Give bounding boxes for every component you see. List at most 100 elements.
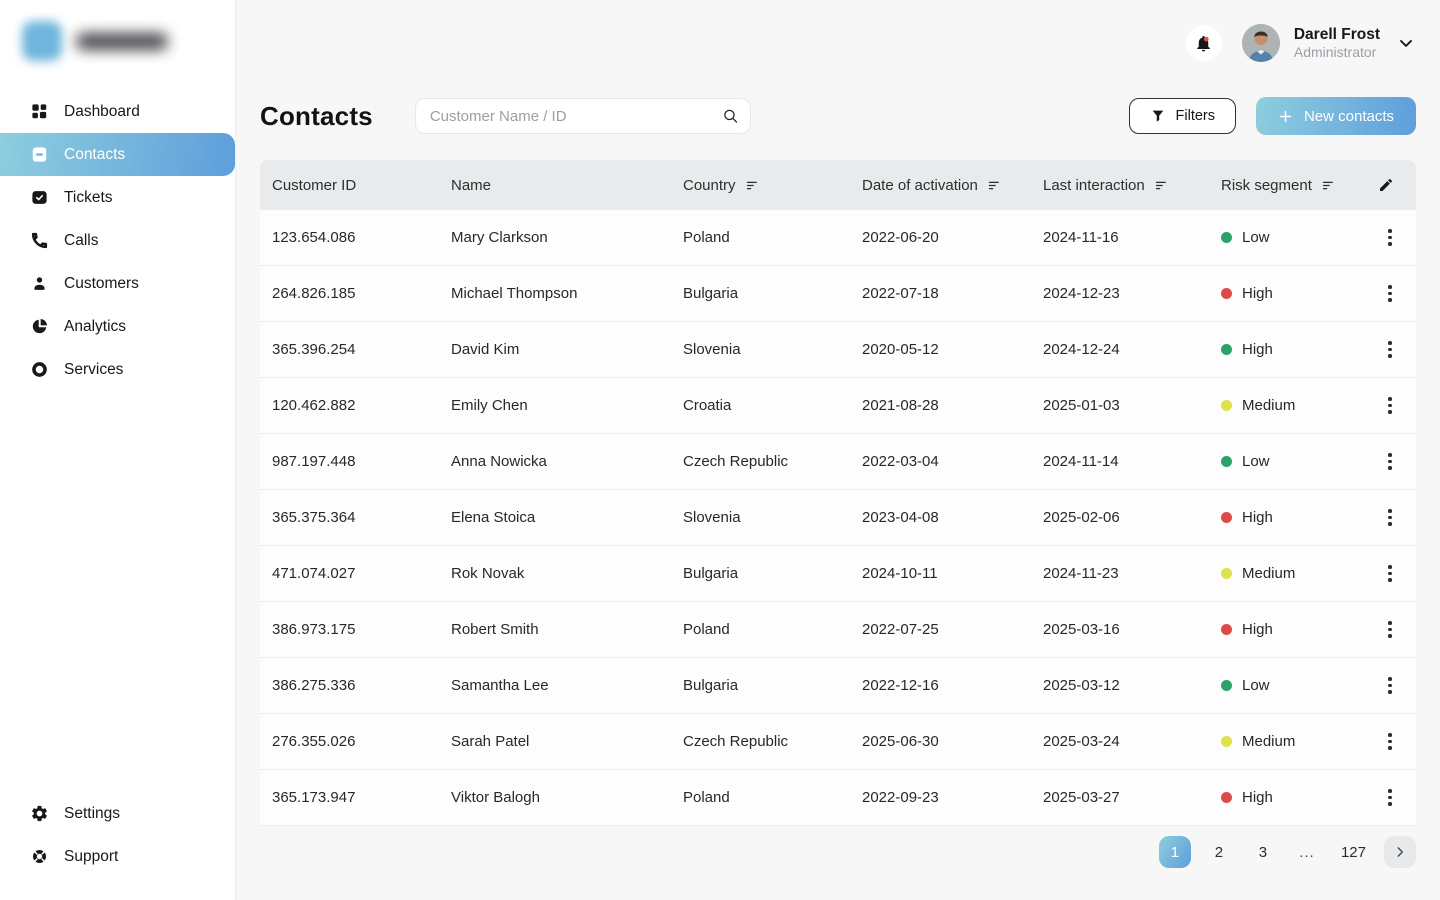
- chevron-right-icon: [1393, 845, 1407, 859]
- row-menu-button[interactable]: [1380, 335, 1400, 364]
- sort-icon[interactable]: [745, 178, 760, 193]
- column-header-date-of-activation: Date of activation: [862, 177, 1043, 194]
- pagination-page-1[interactable]: 1: [1159, 836, 1191, 868]
- sidebar-item-calls[interactable]: Calls: [0, 219, 235, 262]
- cell-name: Sarah Patel: [451, 733, 683, 750]
- column-header-country: Country: [683, 177, 862, 194]
- cell-customer-id: 123.654.086: [272, 229, 451, 246]
- sidebar-item-label: Services: [64, 361, 123, 379]
- cell-last-interaction: 2025-03-12: [1043, 677, 1221, 694]
- table-row[interactable]: 365.396.254 David Kim Slovenia 2020-05-1…: [260, 322, 1416, 378]
- cell-customer-id: 365.173.947: [272, 789, 451, 806]
- table-row[interactable]: 471.074.027 Rok Novak Bulgaria 2024-10-1…: [260, 546, 1416, 602]
- risk-label: High: [1242, 509, 1273, 526]
- row-menu-button[interactable]: [1380, 615, 1400, 644]
- table-row[interactable]: 365.375.364 Elena Stoica Slovenia 2023-0…: [260, 490, 1416, 546]
- sidebar-item-tickets[interactable]: Tickets: [0, 176, 235, 219]
- phone-icon: [30, 231, 49, 250]
- risk-dot: [1221, 512, 1232, 523]
- cell-customer-id: 276.355.026: [272, 733, 451, 750]
- user-avatar[interactable]: [1242, 24, 1280, 62]
- search-input[interactable]: [415, 98, 751, 134]
- sidebar-item-customers[interactable]: Customers: [0, 262, 235, 305]
- risk-label: Medium: [1242, 565, 1295, 582]
- table-row[interactable]: 123.654.086 Mary Clarkson Poland 2022-06…: [260, 210, 1416, 266]
- sidebar-item-dashboard[interactable]: Dashboard: [0, 90, 235, 133]
- user-bar: Darell Frost Administrator: [1186, 24, 1416, 62]
- cell-customer-id: 386.973.175: [272, 621, 451, 638]
- toolbar: Contacts Filters New contacts: [260, 97, 1416, 135]
- sort-icon[interactable]: [1154, 178, 1169, 193]
- pagination-page-3[interactable]: 3: [1247, 836, 1279, 868]
- app-logo-text: [76, 33, 168, 50]
- new-contacts-button[interactable]: New contacts: [1256, 97, 1416, 135]
- cell-risk-segment: Medium: [1221, 565, 1376, 582]
- kebab-icon: [1388, 789, 1392, 793]
- page-title: Contacts: [260, 101, 373, 132]
- sidebar-item-label: Customers: [64, 275, 139, 293]
- cell-activation-date: 2022-06-20: [862, 229, 1043, 246]
- risk-dot: [1221, 680, 1232, 691]
- kebab-icon: [1388, 341, 1392, 345]
- table-row[interactable]: 987.197.448 Anna Nowicka Czech Republic …: [260, 434, 1416, 490]
- row-menu-button[interactable]: [1380, 727, 1400, 756]
- cell-last-interaction: 2025-03-24: [1043, 733, 1221, 750]
- table-row[interactable]: 120.462.882 Emily Chen Croatia 2021-08-2…: [260, 378, 1416, 434]
- cell-name: Mary Clarkson: [451, 229, 683, 246]
- sidebar-item-settings[interactable]: Settings: [0, 792, 235, 835]
- cell-activation-date: 2021-08-28: [862, 397, 1043, 414]
- ring-icon: [30, 360, 49, 379]
- notifications-button[interactable]: [1186, 25, 1222, 61]
- cell-last-interaction: 2024-11-23: [1043, 565, 1221, 582]
- cell-customer-id: 987.197.448: [272, 453, 451, 470]
- sidebar-item-label: Settings: [64, 805, 120, 823]
- pencil-icon: [1378, 177, 1394, 193]
- filters-button[interactable]: Filters: [1129, 98, 1236, 134]
- cell-country: Poland: [683, 789, 862, 806]
- cell-activation-date: 2022-09-23: [862, 789, 1043, 806]
- sort-icon[interactable]: [987, 178, 1002, 193]
- table-row[interactable]: 264.826.185 Michael Thompson Bulgaria 20…: [260, 266, 1416, 322]
- row-menu-button[interactable]: [1380, 559, 1400, 588]
- table-row[interactable]: 276.355.026 Sarah Patel Czech Republic 2…: [260, 714, 1416, 770]
- cell-activation-date: 2022-12-16: [862, 677, 1043, 694]
- sidebar-item-analytics[interactable]: Analytics: [0, 305, 235, 348]
- row-menu-button[interactable]: [1380, 503, 1400, 532]
- row-menu-button[interactable]: [1380, 223, 1400, 252]
- cell-customer-id: 471.074.027: [272, 565, 451, 582]
- row-menu-button[interactable]: [1380, 391, 1400, 420]
- sort-icon[interactable]: [1321, 178, 1336, 193]
- sidebar-item-support[interactable]: Support: [0, 835, 235, 878]
- sidebar-item-label: Analytics: [64, 318, 126, 336]
- row-menu-button[interactable]: [1380, 783, 1400, 812]
- sidebar-item-services[interactable]: Services: [0, 348, 235, 391]
- row-menu-button[interactable]: [1380, 279, 1400, 308]
- pagination-page-127[interactable]: 127: [1335, 836, 1372, 868]
- risk-label: Low: [1242, 453, 1270, 470]
- edit-columns-button[interactable]: [1376, 177, 1404, 193]
- sidebar-footer: Settings Support: [0, 792, 235, 878]
- sidebar-item-contacts[interactable]: Contacts: [0, 133, 235, 176]
- risk-dot: [1221, 288, 1232, 299]
- pagination-pages: 123...127: [1159, 836, 1372, 868]
- table-row[interactable]: 365.173.947 Viktor Balogh Poland 2022-09…: [260, 770, 1416, 826]
- search-box: [415, 98, 751, 134]
- table-body: 123.654.086 Mary Clarkson Poland 2022-06…: [260, 210, 1416, 826]
- pagination-next-button[interactable]: [1384, 836, 1416, 868]
- risk-label: High: [1242, 621, 1273, 638]
- kebab-icon: [1388, 229, 1392, 233]
- dashboard-grid-icon: [30, 102, 49, 121]
- contacts-icon: [30, 145, 49, 164]
- pagination-page-2[interactable]: 2: [1203, 836, 1235, 868]
- cell-risk-segment: High: [1221, 621, 1376, 638]
- sidebar: Dashboard Contacts Tickets Calls Custome: [0, 0, 236, 900]
- risk-dot: [1221, 568, 1232, 579]
- user-menu-button[interactable]: [1396, 33, 1416, 53]
- table-row[interactable]: 386.275.336 Samantha Lee Bulgaria 2022-1…: [260, 658, 1416, 714]
- row-menu-button[interactable]: [1380, 447, 1400, 476]
- pie-chart-icon: [30, 317, 49, 336]
- row-menu-button[interactable]: [1380, 671, 1400, 700]
- user-meta: Darell Frost Administrator: [1294, 25, 1380, 62]
- table-row[interactable]: 386.973.175 Robert Smith Poland 2022-07-…: [260, 602, 1416, 658]
- sidebar-item-label: Support: [64, 848, 118, 866]
